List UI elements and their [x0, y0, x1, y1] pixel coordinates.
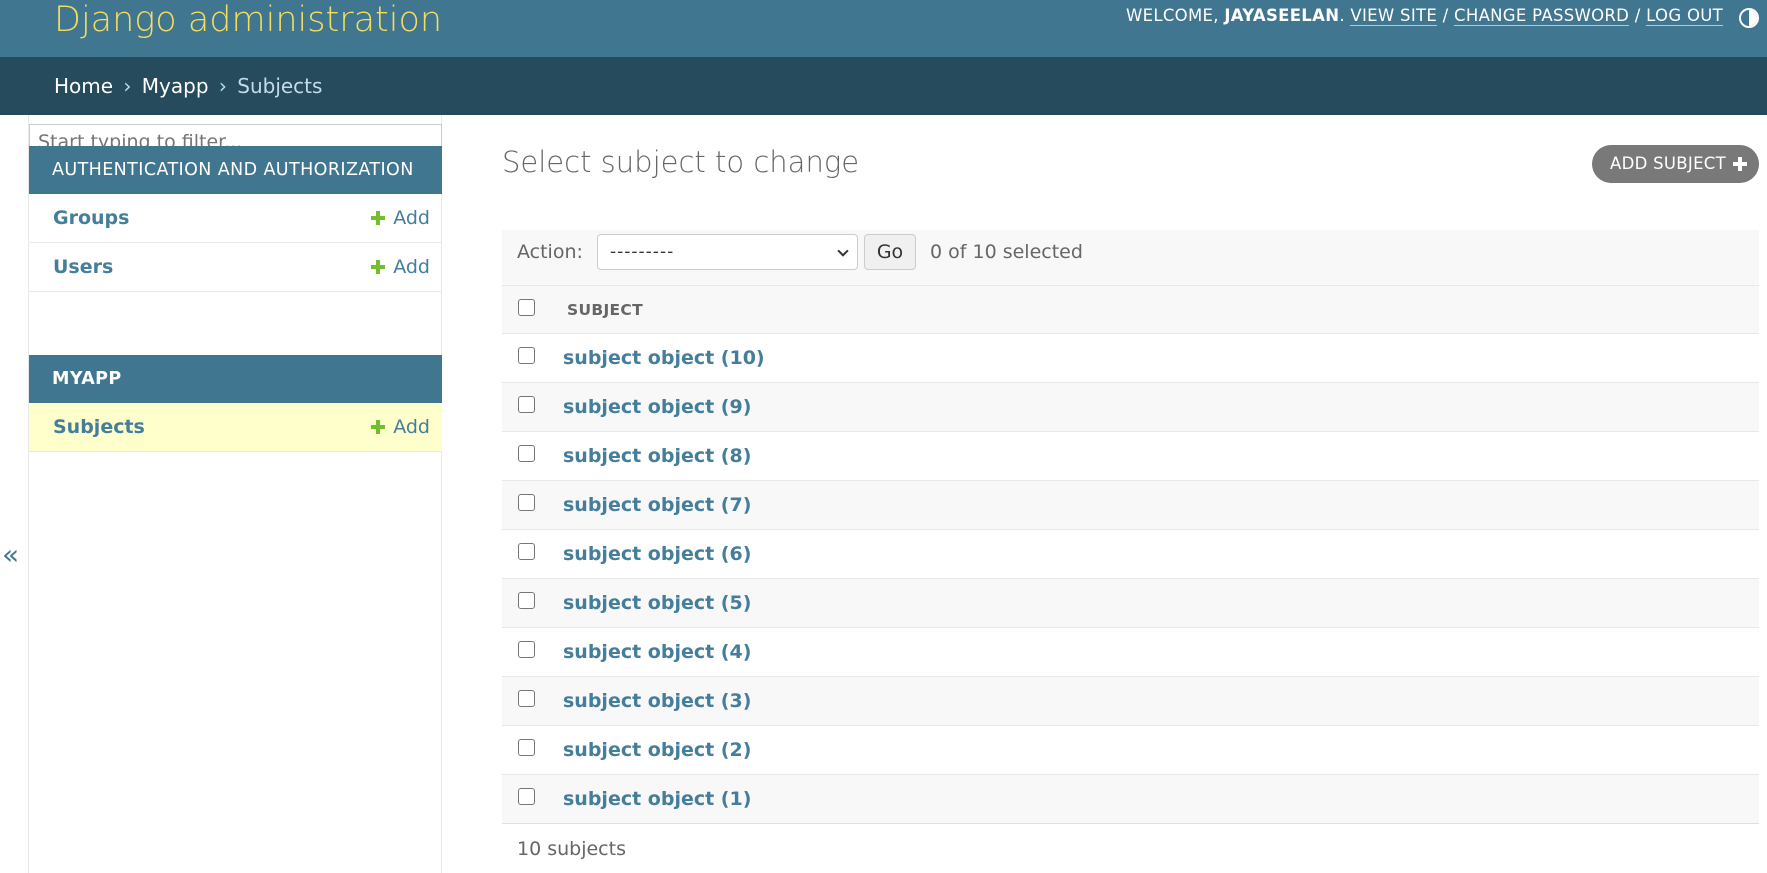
collapse-sidebar-button[interactable]: « — [2, 535, 19, 575]
table-row: subject object (8) — [502, 432, 1759, 481]
row-checkbox[interactable] — [518, 788, 535, 805]
row-checkbox[interactable] — [518, 690, 535, 707]
breadcrumb-home[interactable]: Home — [54, 74, 113, 98]
breadcrumb-current: Subjects — [237, 74, 323, 98]
breadcrumb-app[interactable]: Myapp — [142, 74, 209, 98]
app-caption-auth[interactable]: AUTHENTICATION AND AUTHORIZATION — [29, 146, 442, 194]
row-checkbox[interactable] — [518, 739, 535, 756]
table-row: subject object (6) — [502, 530, 1759, 579]
welcome-text: WELCOME, — [1126, 6, 1225, 25]
username: JAYASEELAN — [1224, 6, 1340, 25]
action-label: Action: — [517, 241, 583, 263]
action-select-value: --------- — [610, 242, 675, 262]
model-link-subjects[interactable]: Subjects — [53, 403, 145, 452]
add-subject-label: ADD SUBJECT — [1610, 154, 1727, 173]
model-link-groups[interactable]: Groups — [53, 194, 129, 243]
result-list: SUBJECT subject object (10) subject obje… — [502, 285, 1759, 824]
add-users-link[interactable]: Add — [371, 243, 430, 292]
add-label: Add — [393, 207, 430, 229]
action-select[interactable]: --------- — [597, 234, 858, 270]
sidebar-item-subjects: Subjects Add — [29, 403, 442, 452]
breadcrumb-separator: › — [218, 74, 227, 98]
breadcrumb-separator: › — [123, 74, 132, 98]
table-row: subject object (4) — [502, 628, 1759, 677]
row-link[interactable]: subject object (3) — [563, 677, 751, 726]
page-title: Select subject to change — [502, 145, 860, 179]
row-link[interactable]: subject object (5) — [563, 579, 751, 628]
chevron-down-icon — [837, 245, 849, 257]
theme-toggle-icon[interactable] — [1739, 8, 1759, 28]
row-link[interactable]: subject object (6) — [563, 530, 751, 579]
user-tools: WELCOME, JAYASEELAN. VIEW SITE / CHANGE … — [1126, 6, 1723, 26]
add-subject-button[interactable]: ADD SUBJECT — [1592, 145, 1759, 183]
row-link[interactable]: subject object (7) — [563, 481, 751, 530]
row-checkbox[interactable] — [518, 396, 535, 413]
row-checkbox[interactable] — [518, 347, 535, 364]
select-all-checkbox[interactable] — [518, 299, 535, 316]
plus-icon — [1733, 157, 1747, 171]
add-label: Add — [393, 256, 430, 278]
table-row: subject object (2) — [502, 726, 1759, 775]
row-checkbox[interactable] — [518, 445, 535, 462]
add-groups-link[interactable]: Add — [371, 194, 430, 243]
row-checkbox[interactable] — [518, 494, 535, 511]
row-link[interactable]: subject object (9) — [563, 383, 751, 432]
add-subjects-link[interactable]: Add — [371, 403, 430, 452]
change-password-link[interactable]: CHANGE PASSWORD — [1454, 6, 1630, 26]
go-button[interactable]: Go — [864, 234, 916, 270]
view-site-link[interactable]: VIEW SITE — [1350, 6, 1438, 26]
row-link[interactable]: subject object (4) — [563, 628, 751, 677]
app-caption-myapp[interactable]: MYAPP — [29, 355, 442, 403]
selection-counter: 0 of 10 selected — [930, 241, 1083, 263]
sidebar: AUTHENTICATION AND AUTHORIZATION Groups … — [28, 115, 442, 873]
breadcrumb: Home › Myapp › Subjects — [0, 57, 1767, 115]
row-link[interactable]: subject object (2) — [563, 726, 751, 775]
log-out-link[interactable]: LOG OUT — [1646, 6, 1723, 26]
table-row: subject object (5) — [502, 579, 1759, 628]
actions-bar: Action: --------- Go 0 of 10 selected — [502, 230, 1759, 285]
row-link[interactable]: subject object (1) — [563, 775, 751, 824]
row-link[interactable]: subject object (10) — [563, 334, 765, 383]
username-period: . — [1339, 6, 1351, 25]
table-row: subject object (7) — [502, 481, 1759, 530]
row-checkbox[interactable] — [518, 543, 535, 560]
row-checkbox[interactable] — [518, 641, 535, 658]
paginator: 10 subjects — [502, 823, 1759, 873]
user-tools-separator: / — [1437, 6, 1455, 25]
table-header: SUBJECT — [502, 285, 1759, 334]
header: Django administration WELCOME, JAYASEELA… — [0, 0, 1767, 57]
plus-icon — [371, 211, 386, 225]
table-row: subject object (3) — [502, 677, 1759, 726]
row-checkbox[interactable] — [518, 592, 535, 609]
site-branding[interactable]: Django administration — [54, 0, 442, 44]
row-link[interactable]: subject object (8) — [563, 432, 751, 481]
table-row: subject object (1) — [502, 775, 1759, 824]
table-row: subject object (9) — [502, 383, 1759, 432]
plus-icon — [371, 260, 386, 274]
column-header-subject[interactable]: SUBJECT — [567, 286, 643, 335]
user-tools-separator: / — [1629, 6, 1647, 25]
model-link-users[interactable]: Users — [53, 243, 113, 292]
sidebar-item-users: Users Add — [29, 243, 442, 292]
add-label: Add — [393, 416, 430, 438]
table-row: subject object (10) — [502, 334, 1759, 383]
sidebar-item-groups: Groups Add — [29, 194, 442, 243]
plus-icon — [371, 420, 386, 434]
